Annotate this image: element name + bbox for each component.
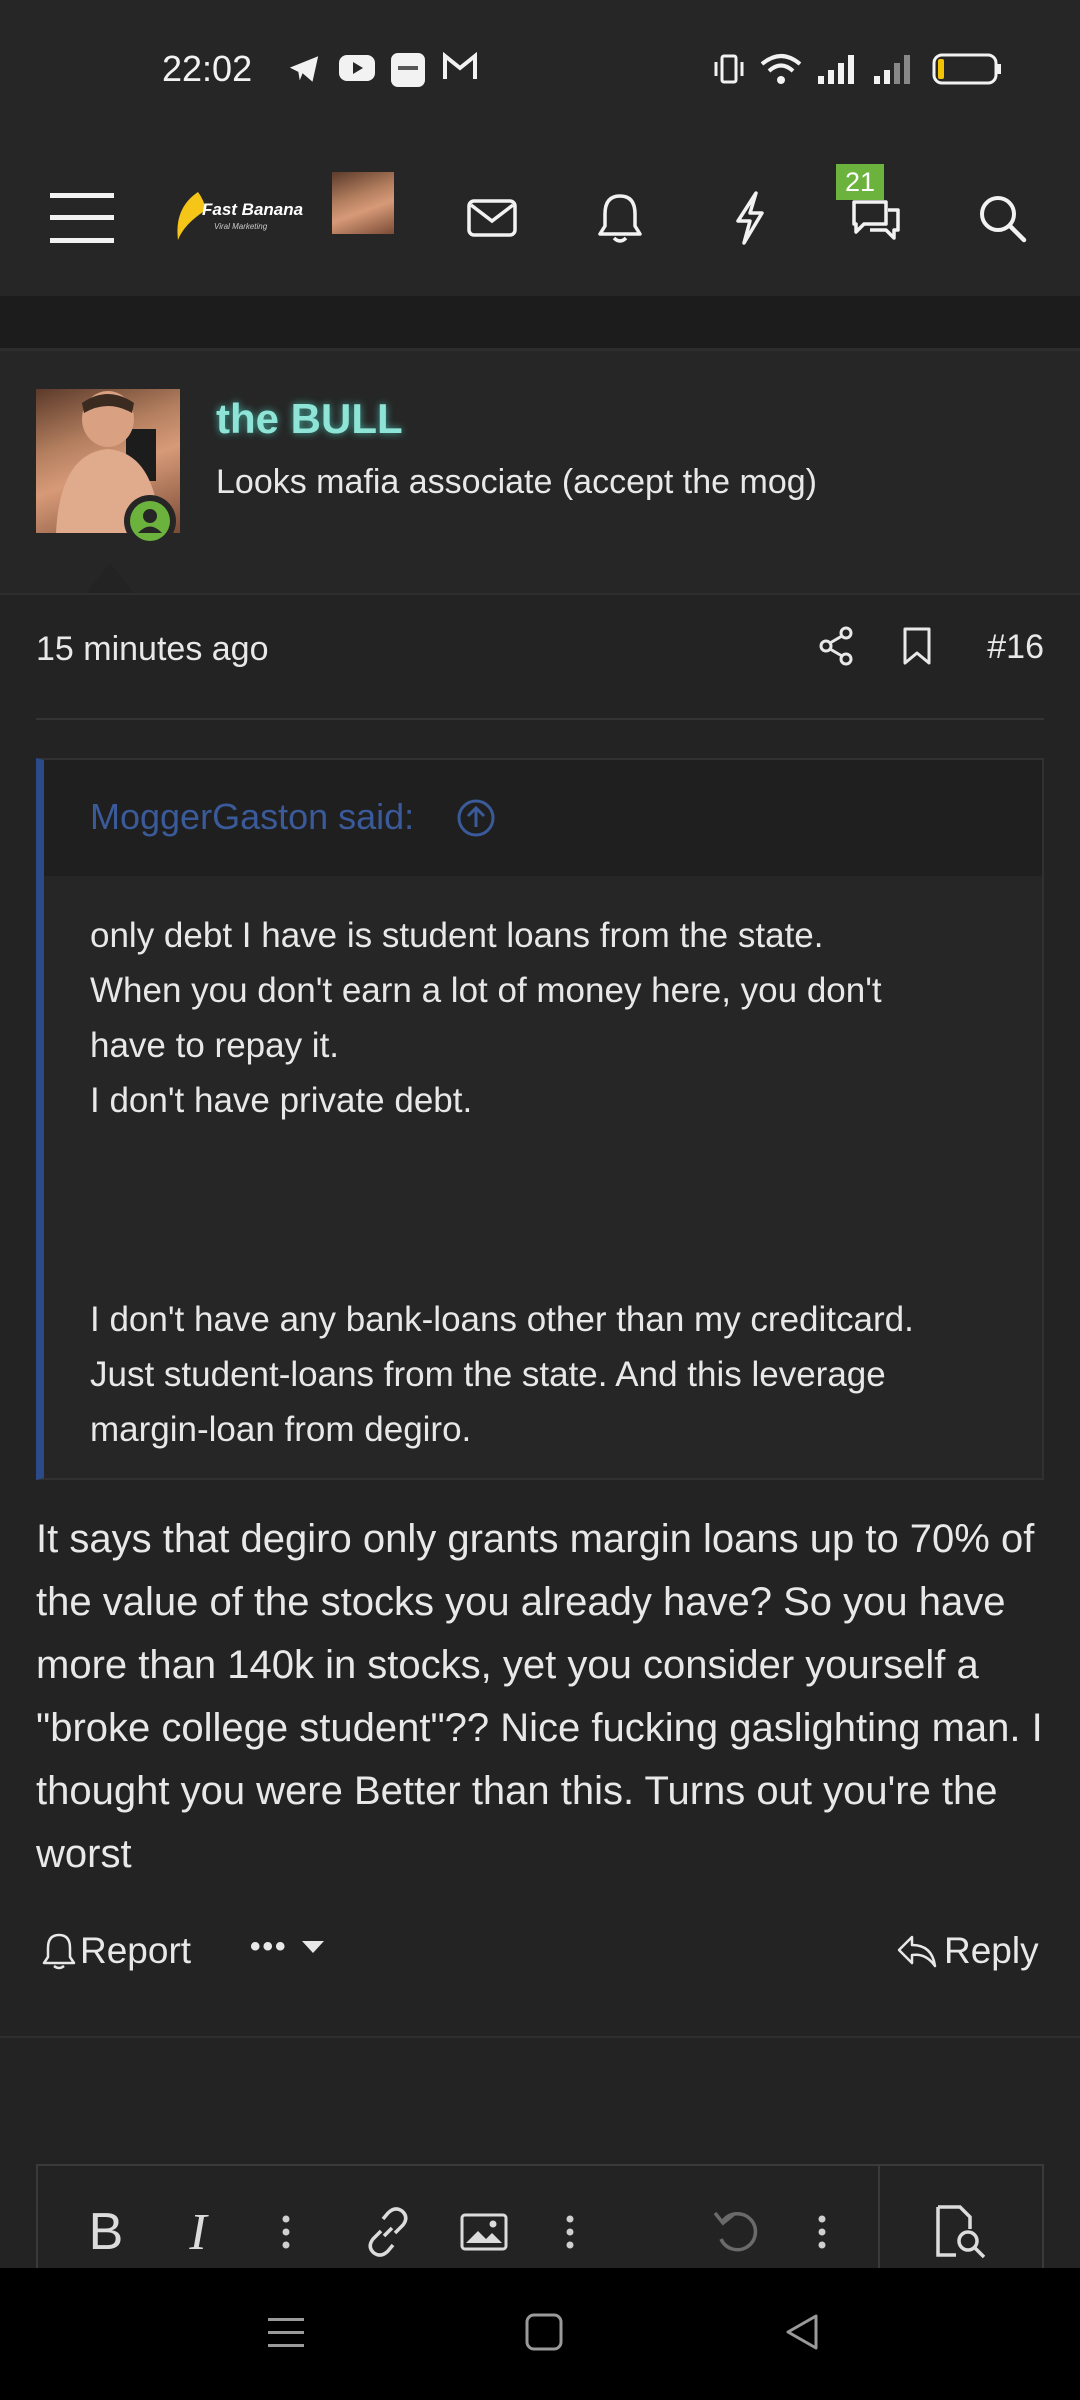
signal-icon bbox=[872, 52, 916, 91]
back-triangle-icon bbox=[786, 2314, 818, 2350]
reply-label: Reply bbox=[944, 1930, 1039, 1971]
battery-icon bbox=[932, 52, 1002, 91]
user-online-icon bbox=[130, 501, 170, 541]
post-number[interactable]: #16 bbox=[987, 628, 1044, 667]
report-button[interactable]: Report bbox=[42, 1930, 191, 1972]
site-header: Fast Banana Viral Marketing 21 bbox=[0, 140, 1080, 296]
post-time[interactable]: 15 minutes ago bbox=[36, 630, 269, 669]
share-icon[interactable] bbox=[818, 626, 854, 671]
vertical-dots-icon bbox=[566, 2215, 574, 2249]
lightning-icon bbox=[736, 191, 764, 245]
message-user-block: the BULL Looks mafia associate (accept t… bbox=[0, 350, 1080, 595]
image-icon bbox=[460, 2213, 508, 2251]
whats-new-button[interactable] bbox=[710, 168, 790, 268]
more-label: ••• bbox=[250, 1930, 288, 1963]
more-insert-options-button[interactable] bbox=[560, 2202, 580, 2262]
bell-icon bbox=[598, 194, 642, 243]
preview-button[interactable] bbox=[930, 2202, 990, 2262]
undo-icon bbox=[713, 2211, 758, 2252]
preview-icon bbox=[936, 2205, 986, 2259]
recent-apps-button[interactable] bbox=[266, 2312, 306, 2357]
quote-paragraph-1: only debt I have is student loans from t… bbox=[90, 908, 1010, 1128]
signal-icon bbox=[816, 52, 860, 91]
online-indicator bbox=[124, 495, 176, 547]
vertical-dots-icon bbox=[818, 2215, 826, 2249]
quote-paragraph-2: I don't have any bank-loans other than m… bbox=[90, 1292, 1010, 1457]
system-nav-bar bbox=[0, 2268, 1080, 2400]
arrow-up-circle-icon[interactable] bbox=[456, 798, 496, 843]
menu-button[interactable] bbox=[42, 168, 122, 268]
caret-down-icon bbox=[301, 1941, 324, 1953]
search-icon bbox=[980, 196, 1027, 243]
quote-header: MoggerGaston said: bbox=[44, 760, 1042, 876]
link-icon bbox=[368, 2207, 408, 2257]
gmail-icon bbox=[442, 51, 478, 87]
quote-line: Just student-loans from the state. And t… bbox=[90, 1355, 886, 1394]
quote-block: MoggerGaston said: only debt I have is s… bbox=[36, 758, 1044, 1480]
undo-button[interactable] bbox=[710, 2202, 762, 2262]
home-button[interactable] bbox=[524, 2312, 564, 2357]
mail-icon bbox=[467, 199, 517, 237]
quote-line: have to repay it. bbox=[90, 1026, 340, 1065]
logo-subtext: Viral Marketing bbox=[214, 222, 268, 231]
status-time: 22:02 bbox=[162, 48, 253, 89]
user-title: Looks mafia associate (accept the mog) bbox=[216, 463, 817, 501]
inbox-button[interactable] bbox=[452, 168, 532, 268]
conversations-badge: 21 bbox=[836, 164, 884, 200]
app-icon bbox=[390, 52, 426, 93]
quote-author[interactable]: MoggerGaston said: bbox=[90, 796, 414, 838]
header-avatar[interactable] bbox=[332, 172, 394, 234]
quote-line: only debt I have is student loans from t… bbox=[90, 916, 824, 955]
search-button[interactable] bbox=[962, 168, 1042, 268]
reply-icon bbox=[897, 1935, 937, 1968]
quote-line: I don't have private debt. bbox=[90, 1081, 473, 1120]
site-logo[interactable]: Fast Banana Viral Marketing bbox=[168, 176, 304, 260]
post-body: It says that degiro only grants margin l… bbox=[36, 1517, 1043, 1876]
quote-line: I don't have any bank-loans other than m… bbox=[90, 1300, 914, 1339]
bold-button[interactable]: B bbox=[86, 2202, 126, 2262]
telegram-icon bbox=[286, 52, 322, 91]
user-name[interactable]: the BULL bbox=[216, 395, 403, 443]
wifi-icon bbox=[760, 52, 802, 91]
content-strip bbox=[0, 296, 1080, 350]
youtube-icon bbox=[338, 52, 376, 89]
meta-divider bbox=[36, 718, 1044, 720]
image-button[interactable] bbox=[458, 2202, 510, 2262]
status-bar: 22:02 bbox=[0, 0, 1080, 140]
more-text-options-button[interactable] bbox=[276, 2202, 296, 2262]
more-history-options-button[interactable] bbox=[812, 2202, 832, 2262]
vibrate-icon bbox=[712, 52, 746, 91]
back-button[interactable] bbox=[782, 2312, 822, 2357]
italic-button[interactable]: I bbox=[178, 2202, 218, 2262]
alerts-button[interactable] bbox=[580, 168, 660, 268]
quote-line: margin-loan from degiro. bbox=[90, 1410, 472, 1449]
menu-lines-icon bbox=[268, 2318, 304, 2347]
vertical-dots-icon bbox=[282, 2215, 290, 2249]
reply-button[interactable]: Reply bbox=[896, 1930, 1039, 1972]
chat-icon bbox=[852, 200, 900, 240]
user-block-pointer bbox=[86, 563, 134, 593]
bell-icon bbox=[42, 1933, 76, 1970]
reply-editor-toolbar: B I bbox=[36, 2164, 1044, 2286]
report-label: Report bbox=[80, 1930, 192, 1971]
actions-divider bbox=[0, 2036, 1080, 2038]
link-button[interactable] bbox=[360, 2202, 416, 2262]
bookmark-icon[interactable] bbox=[902, 626, 932, 671]
square-icon bbox=[525, 2313, 563, 2351]
logo-text: Fast Banana bbox=[202, 200, 304, 219]
hamburger-icon bbox=[50, 193, 114, 243]
quote-line: When you don't earn a lot of money here,… bbox=[90, 971, 882, 1010]
more-options-button[interactable]: ••• bbox=[250, 1930, 326, 1964]
